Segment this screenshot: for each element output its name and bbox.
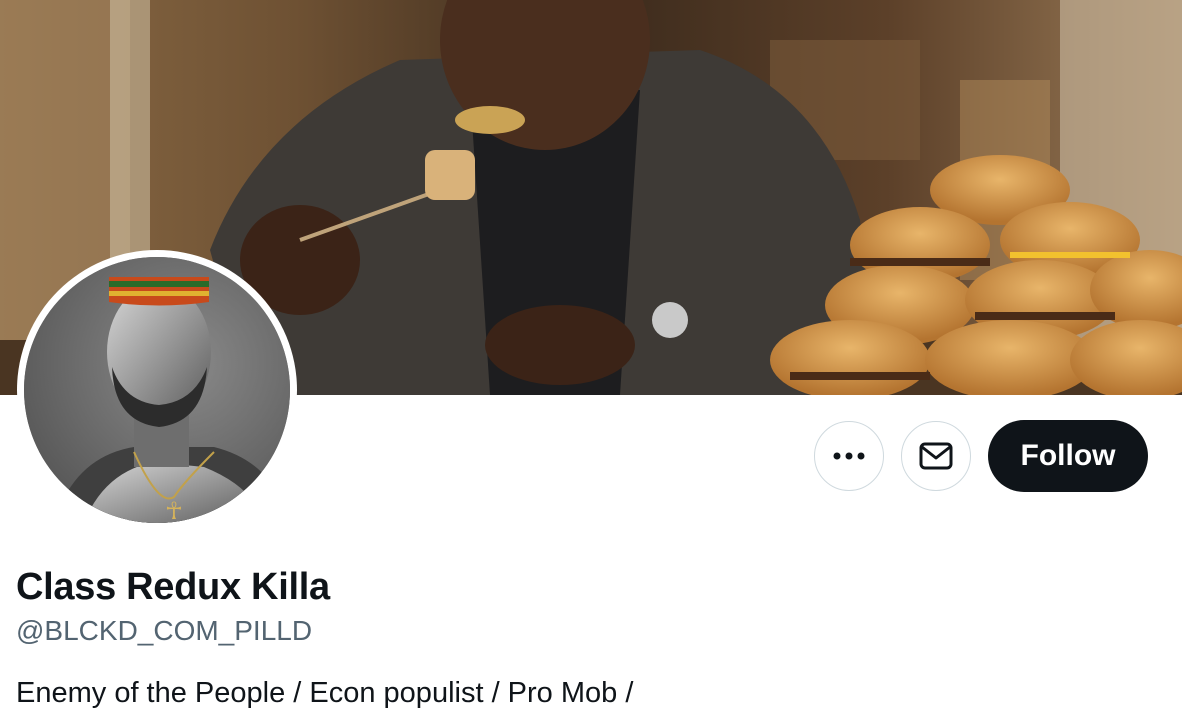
more-horizontal-icon	[833, 452, 865, 460]
message-button[interactable]	[901, 421, 971, 491]
svg-text:☥: ☥	[165, 497, 183, 523]
profile-bio: Enemy of the People / Econ populist / Pr…	[16, 677, 634, 709]
profile-page: ☥ Follow Class Redux Killa @BLCKD_COM_PI…	[0, 0, 1182, 726]
follow-button[interactable]: Follow	[988, 420, 1148, 492]
profile-actions: Follow	[814, 420, 1148, 492]
profile-handle: @BLCKD_COM_PILLD	[16, 615, 313, 646]
avatar[interactable]: ☥	[24, 257, 290, 523]
avatar-ring: ☥	[17, 250, 297, 530]
profile-display-name: Class Redux Killa	[16, 566, 330, 608]
avatar-image: ☥	[24, 257, 290, 523]
envelope-icon	[919, 442, 953, 470]
more-button[interactable]	[814, 421, 884, 491]
